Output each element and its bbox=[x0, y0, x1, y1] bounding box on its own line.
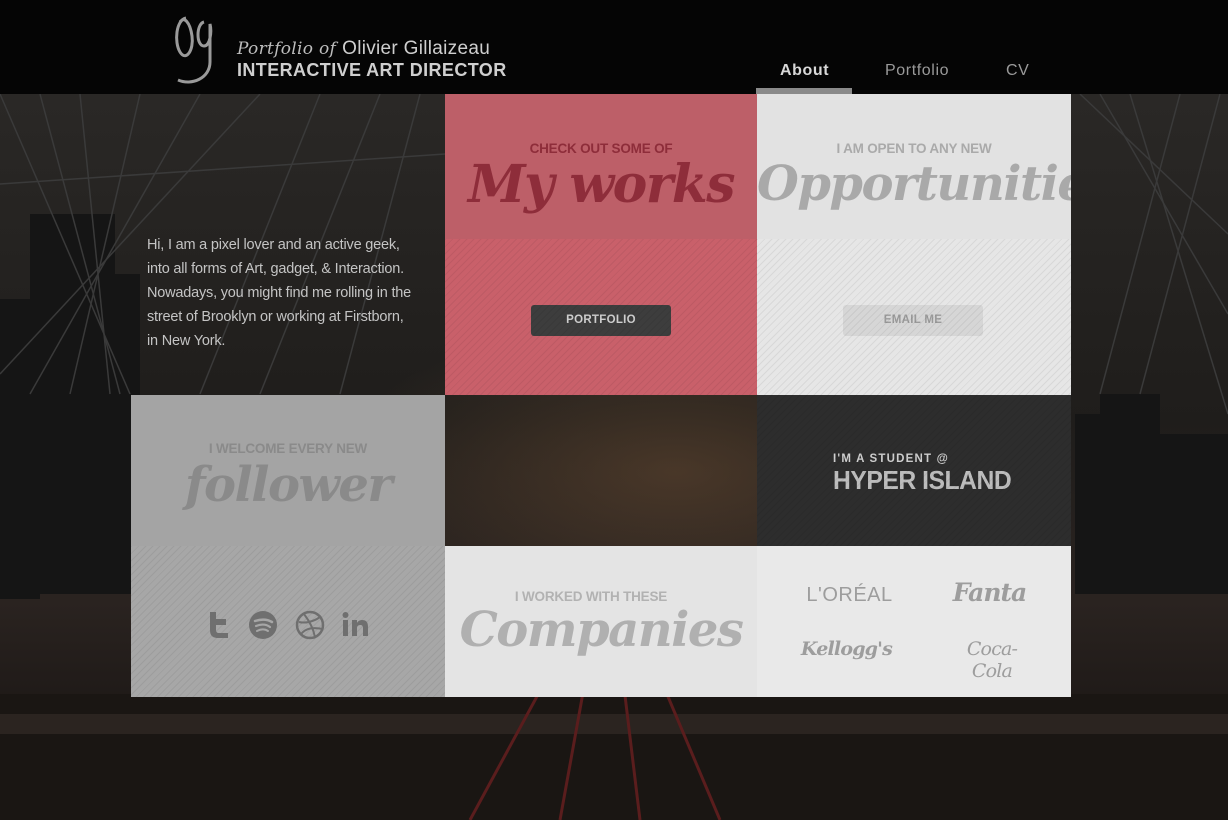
works-headline: My works bbox=[467, 154, 736, 215]
og-logo[interactable] bbox=[170, 12, 220, 86]
nav-portfolio[interactable]: Portfolio bbox=[885, 62, 949, 80]
intro-line: in New York. bbox=[147, 333, 226, 349]
follower-tile-bottom bbox=[131, 546, 445, 697]
opportunities-headline: Opportunities bbox=[757, 156, 1071, 212]
works-tile-bottom: PORTFOLIO bbox=[445, 239, 757, 395]
title-prefix: Portfolio of bbox=[237, 39, 337, 59]
intro-line: Hi, I am a pixel lover and an active gee… bbox=[147, 237, 400, 253]
site-subtitle: INTERACTIVE ART DIRECTOR bbox=[237, 60, 507, 80]
brands-tile: L'ORÉAL Fanta Kellogg's Coca-Cola bbox=[757, 546, 1071, 697]
opportunities-kicker: I AM OPEN TO ANY NEW bbox=[836, 141, 992, 156]
site-header: Portfolio of Olivier Gillaizeau INTERACTI… bbox=[0, 0, 1228, 94]
opportunities-tile-top: I AM OPEN TO ANY NEW Opportunities bbox=[757, 94, 1071, 239]
student-label: I'M A STUDENT @ bbox=[833, 453, 950, 465]
follower-headline: follower bbox=[184, 457, 393, 513]
site-title: Portfolio of Olivier Gillaizeau bbox=[237, 38, 490, 60]
follower-tile-top: I WELCOME EVERY NEW follower bbox=[131, 395, 445, 546]
companies-headline: Companies bbox=[459, 602, 744, 658]
dribbble-icon[interactable] bbox=[295, 610, 325, 640]
student-tile: I'M A STUDENT @ HYPER ISLAND bbox=[757, 395, 1071, 546]
author-name: Olivier Gillaizeau bbox=[342, 38, 491, 59]
works-tile-top: CHECK OUT SOME OF My works bbox=[445, 94, 757, 239]
spotify-icon[interactable] bbox=[248, 610, 278, 640]
email-me-button[interactable]: EMAIL ME bbox=[843, 305, 983, 336]
intro-line: street of Brooklyn or working at Firstbo… bbox=[147, 309, 404, 325]
brand-cocacola-logo: Coca-Cola bbox=[966, 638, 1018, 682]
linkedin-icon[interactable] bbox=[341, 610, 371, 640]
twitter-icon[interactable] bbox=[204, 610, 234, 640]
brand-fanta-logo: Fanta bbox=[952, 578, 1028, 607]
intro-line: into all forms of Art, gadget, & Interac… bbox=[147, 261, 404, 277]
companies-tile: I WORKED WITH THESE Companies bbox=[445, 546, 757, 697]
intro-line: Nowadays, you might find me rolling in t… bbox=[147, 285, 412, 301]
opportunities-tile-bottom: EMAIL ME bbox=[757, 239, 1071, 395]
portfolio-button[interactable]: PORTFOLIO bbox=[531, 305, 671, 336]
intro-text: Hi, I am a pixel lover and an active gee… bbox=[147, 233, 427, 353]
brand-loreal-logo: L'ORÉAL bbox=[806, 584, 893, 606]
nav-cv[interactable]: CV bbox=[1006, 62, 1029, 80]
brand-kelloggs-logo: Kellogg's bbox=[800, 638, 893, 660]
follower-kicker: I WELCOME EVERY NEW bbox=[208, 441, 368, 456]
nav-about[interactable]: About bbox=[780, 62, 829, 80]
hyper-island-logo[interactable]: HYPER ISLAND bbox=[833, 465, 1012, 496]
